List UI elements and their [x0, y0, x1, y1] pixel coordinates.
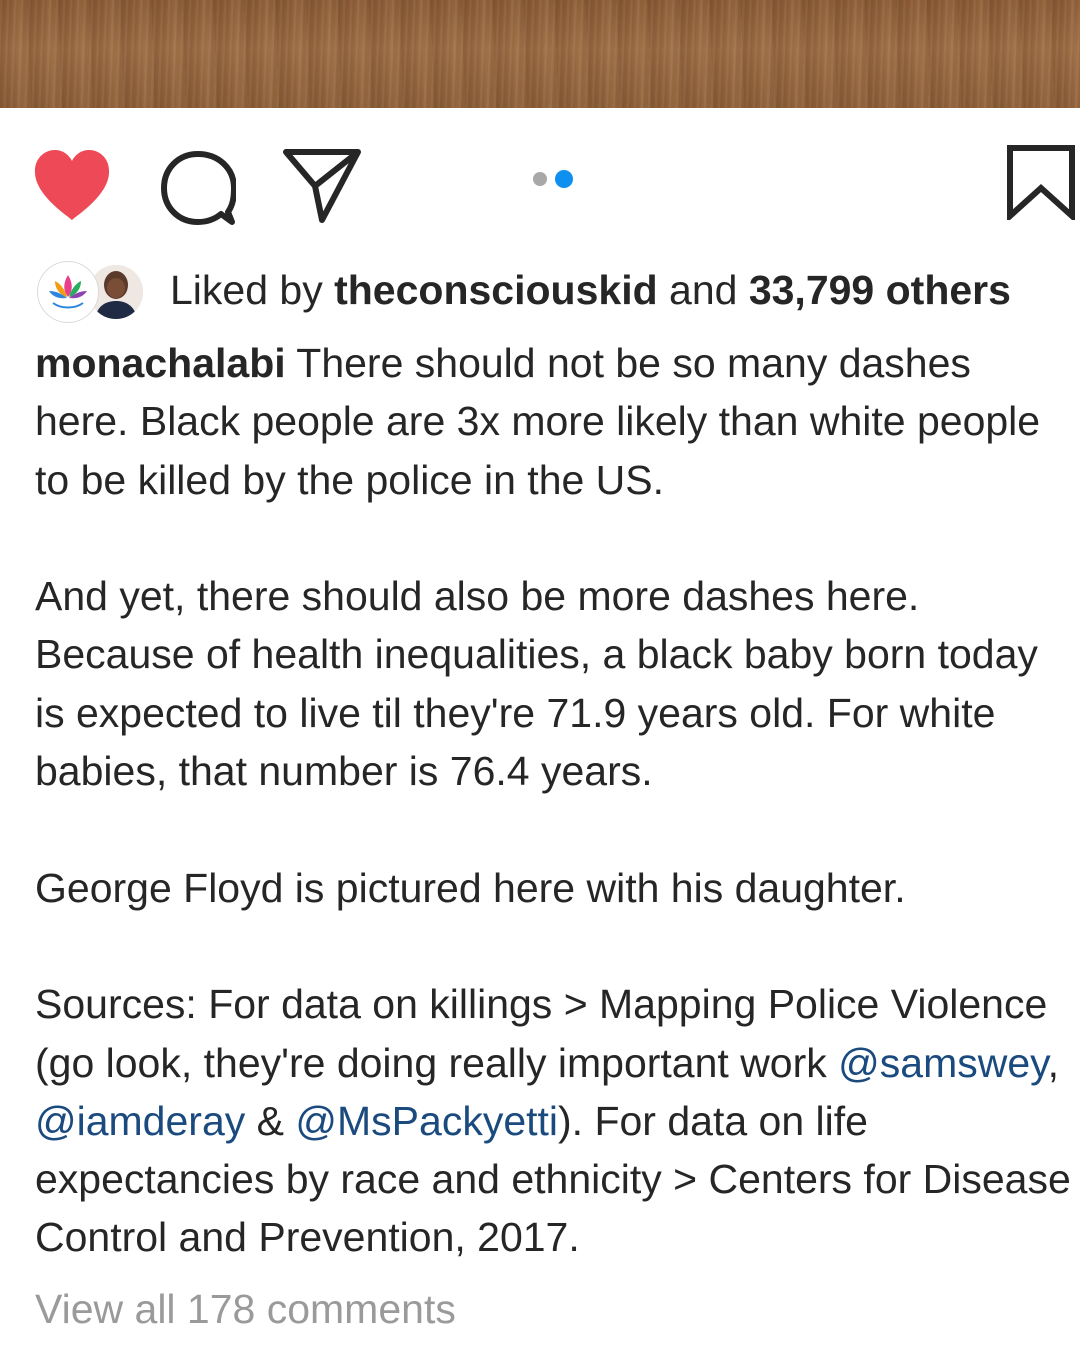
likes-count-link[interactable]: 33,799 others — [749, 267, 1011, 313]
mention-link[interactable]: @MsPackyetti — [295, 1098, 558, 1144]
post-caption: monachalabi There should not be so many … — [35, 334, 1075, 1267]
avatar[interactable] — [38, 262, 98, 322]
bookmark-icon[interactable] — [1006, 144, 1076, 220]
liker-username-link[interactable]: theconsciouskid — [334, 267, 658, 313]
heart-icon[interactable] — [32, 148, 112, 224]
view-all-comments-link[interactable]: View all 178 comments — [35, 1280, 456, 1338]
caption-paragraph: Sources: For data on killings > Mapping … — [35, 975, 1075, 1266]
likes-middle: and — [657, 267, 749, 313]
carousel-dot-active — [555, 170, 573, 188]
post-image[interactable] — [0, 0, 1080, 108]
post-action-bar — [0, 108, 1080, 258]
comment-icon[interactable] — [160, 150, 236, 226]
caption-paragraph: George Floyd is pictured here with his d… — [35, 864, 906, 911]
liker-avatars — [38, 262, 148, 322]
mention-link[interactable]: @samswey — [838, 1040, 1047, 1086]
caption-paragraph: And yet, there should also be more dashe… — [35, 573, 1038, 795]
paper-plane-icon[interactable] — [282, 146, 362, 224]
carousel-indicator — [533, 170, 581, 188]
caption-text: & — [245, 1097, 296, 1144]
caption-paragraph: monachalabi There should not be so many … — [35, 334, 1075, 509]
likes-text: Liked by theconsciouskid and 33,799 othe… — [170, 266, 1011, 314]
carousel-dot-inactive — [533, 172, 547, 186]
likes-summary: Liked by theconsciouskid and 33,799 othe… — [38, 258, 1058, 322]
lotus-logo-icon — [42, 266, 94, 318]
author-username-link[interactable]: monachalabi — [35, 340, 286, 386]
likes-prefix: Liked by — [170, 267, 335, 313]
mention-link[interactable]: @iamderay — [35, 1098, 245, 1144]
caption-text: , — [1047, 1039, 1060, 1086]
